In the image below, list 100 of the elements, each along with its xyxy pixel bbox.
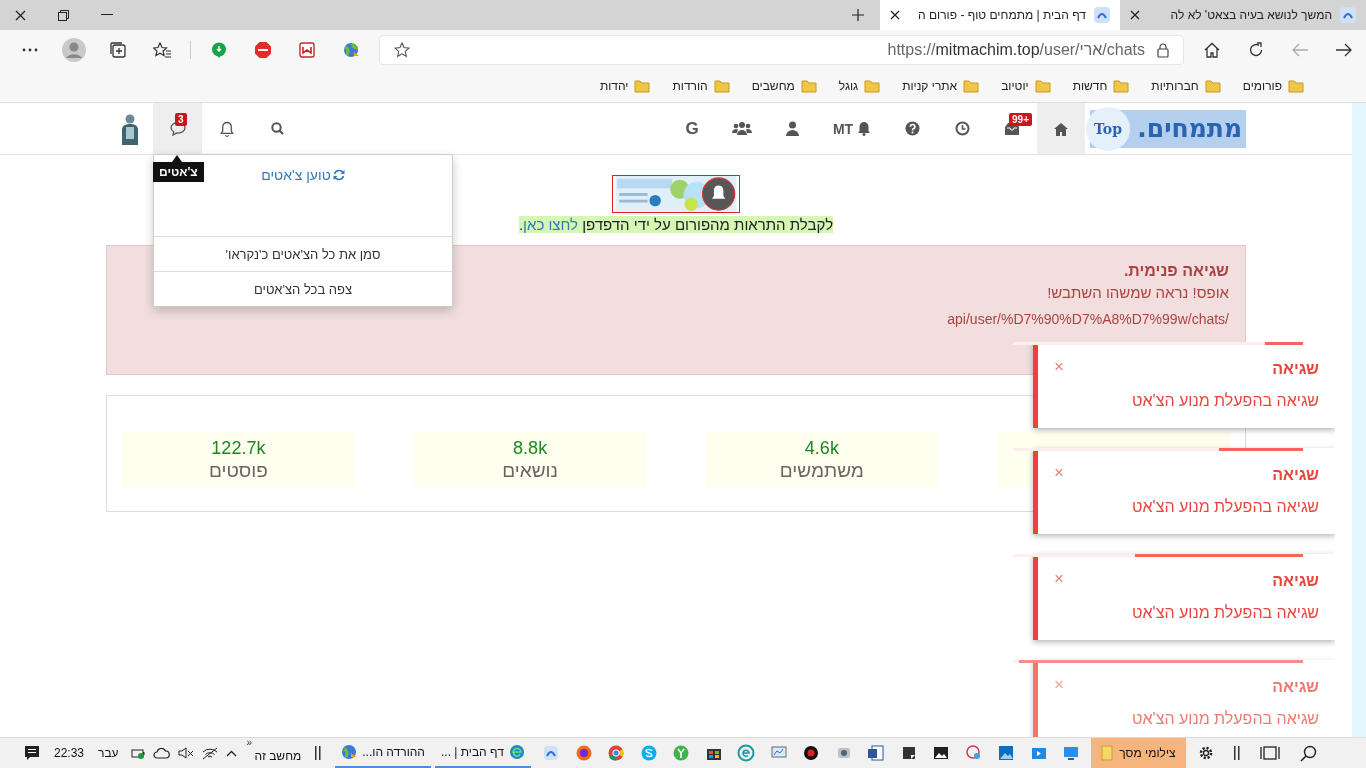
bookmark[interactable]: פורומים	[1242, 78, 1304, 93]
folder-icon	[963, 78, 980, 93]
search-icon[interactable]	[1299, 744, 1317, 762]
folder-icon	[1288, 78, 1304, 93]
minimize-icon[interactable]	[101, 14, 113, 16]
bookmark[interactable]: יוטיוב	[1001, 78, 1051, 93]
monitor-icon[interactable]	[1062, 744, 1081, 762]
taskbar-button[interactable]: צילומי מסך	[1091, 738, 1186, 768]
toolbar-label[interactable]: מחשב זה	[254, 749, 302, 763]
paint-icon[interactable]	[964, 744, 983, 762]
muted-speaker-icon[interactable]	[177, 747, 194, 759]
home-button[interactable]	[1037, 103, 1085, 154]
more-icon[interactable]	[22, 48, 38, 52]
taskbar-window[interactable]: דף הבית | ...	[435, 738, 531, 768]
bookmark[interactable]: מחשבים	[751, 78, 817, 93]
browser-tab[interactable]: דף הבית | מתמחים טוף - פורום ה	[880, 0, 1120, 30]
folder-icon	[864, 78, 881, 93]
grip-icon	[315, 746, 322, 760]
photo-icon[interactable]	[997, 744, 1016, 762]
users-icon	[732, 121, 752, 136]
toast-title: שגיאה	[1272, 360, 1319, 378]
chat-icon	[169, 121, 186, 136]
lock-icon[interactable]	[1157, 42, 1169, 58]
home-icon[interactable]	[1204, 42, 1220, 58]
toast-message: שגיאה בהפעלת מנוע הצ'אט	[1132, 498, 1319, 516]
inbox-button[interactable]: +99	[987, 103, 1037, 154]
error-path: /api/user/%D7%90%D7%A8%D7%99w/chats	[947, 311, 1229, 327]
cloud-icon[interactable]	[152, 747, 170, 759]
favicon-icon	[1094, 7, 1110, 23]
notification-icon[interactable]	[24, 745, 40, 761]
grip-icon	[1233, 746, 1240, 760]
bookmark[interactable]: יהדות	[599, 78, 651, 93]
bookmark[interactable]: חדשות	[1072, 78, 1130, 93]
shield-icon[interactable]	[299, 42, 315, 58]
image-icon[interactable]	[932, 744, 951, 762]
loading-label: טוען צ'אטים	[261, 166, 345, 184]
notice-text: לקבלת התראות מהפורום על ידי הדפדפן לחצו כאן.	[518, 216, 834, 233]
taskbar-window[interactable]: ההורדה הו...	[335, 738, 431, 768]
stat-value: 4.6k	[804, 437, 839, 459]
forward-icon[interactable]	[1336, 43, 1352, 57]
restore-icon[interactable]	[58, 9, 69, 21]
record-icon[interactable]	[802, 744, 821, 762]
favorites-icon[interactable]	[153, 42, 171, 58]
battery-icon[interactable]	[130, 747, 145, 759]
count-badge: +99	[1009, 113, 1032, 126]
close-icon[interactable]	[890, 10, 900, 20]
google-button[interactable]: G	[667, 103, 717, 154]
globe-icon	[341, 744, 358, 760]
browser-icon[interactable]	[574, 744, 593, 762]
folder-icon	[800, 78, 817, 93]
close-icon[interactable]	[1130, 10, 1140, 20]
search-icon	[270, 122, 284, 135]
add-favorite-icon[interactable]	[394, 42, 410, 58]
home-icon	[1053, 121, 1069, 136]
collections-icon[interactable]	[110, 42, 126, 58]
clock-time[interactable]: 22:33	[54, 746, 85, 760]
expand-toggle[interactable]: »	[246, 737, 253, 748]
notifications-button[interactable]: MT	[817, 103, 887, 154]
tooltip-arrow	[172, 155, 182, 162]
menu-item[interactable]: צפה בכל הצ'אטים	[154, 271, 452, 306]
bell-icon	[220, 120, 234, 137]
language-indicator[interactable]: עבר	[98, 746, 119, 760]
bookmark[interactable]: חברותיות	[1151, 78, 1221, 93]
wifi-icon[interactable]	[201, 746, 218, 760]
toast-title: שגיאה	[1272, 572, 1319, 590]
stop-sign-icon[interactable]	[254, 41, 272, 59]
browser-icon	[508, 744, 525, 760]
help-icon	[904, 121, 920, 136]
settings-icon[interactable]	[1197, 745, 1214, 761]
close-icon[interactable]	[15, 9, 26, 21]
refresh-icon[interactable]	[1248, 42, 1264, 58]
app-icon[interactable]	[737, 744, 756, 762]
folder-icon	[1101, 745, 1114, 761]
link[interactable]: לחצו כאן	[523, 216, 579, 233]
new-tab-icon[interactable]	[852, 9, 864, 21]
stat-label: נושאים	[502, 459, 558, 483]
profile-icon[interactable]	[62, 38, 86, 62]
bookmark[interactable]: אתרי קניות	[902, 78, 980, 93]
bell-icon	[857, 121, 872, 136]
speech-bubble-icon[interactable]	[211, 42, 227, 58]
chevron-up-icon[interactable]	[225, 749, 237, 757]
toast-message: שגיאה בהפעלת מנוע הצ'אט	[1132, 710, 1319, 728]
bookmark[interactable]: הורדות	[672, 78, 730, 93]
browser-icon[interactable]	[607, 744, 626, 762]
app-icon[interactable]	[542, 744, 561, 762]
error-message: אופס! נראה שמשהו השתבש!	[1047, 284, 1229, 301]
stat-label: משתמשים	[779, 459, 864, 483]
globe-icon[interactable]	[342, 42, 360, 58]
stat-label: פוסטים	[208, 459, 268, 483]
folder-icon	[1034, 78, 1051, 93]
menu-item[interactable]: סמן את כל הצ'אטים כ'נקראו'	[154, 236, 452, 271]
document-icon[interactable]	[867, 744, 886, 762]
bookmark[interactable]: גוגל	[838, 78, 881, 93]
favicon-icon	[1340, 7, 1356, 23]
app-icon[interactable]	[672, 744, 691, 762]
toast-title: שגיאה	[1272, 678, 1319, 696]
task-view-icon[interactable]	[1259, 745, 1280, 761]
stat-value: 8.8k	[513, 437, 548, 459]
error-title: שגיאה פנימית.	[1122, 262, 1229, 280]
refresh-icon	[332, 169, 345, 181]
